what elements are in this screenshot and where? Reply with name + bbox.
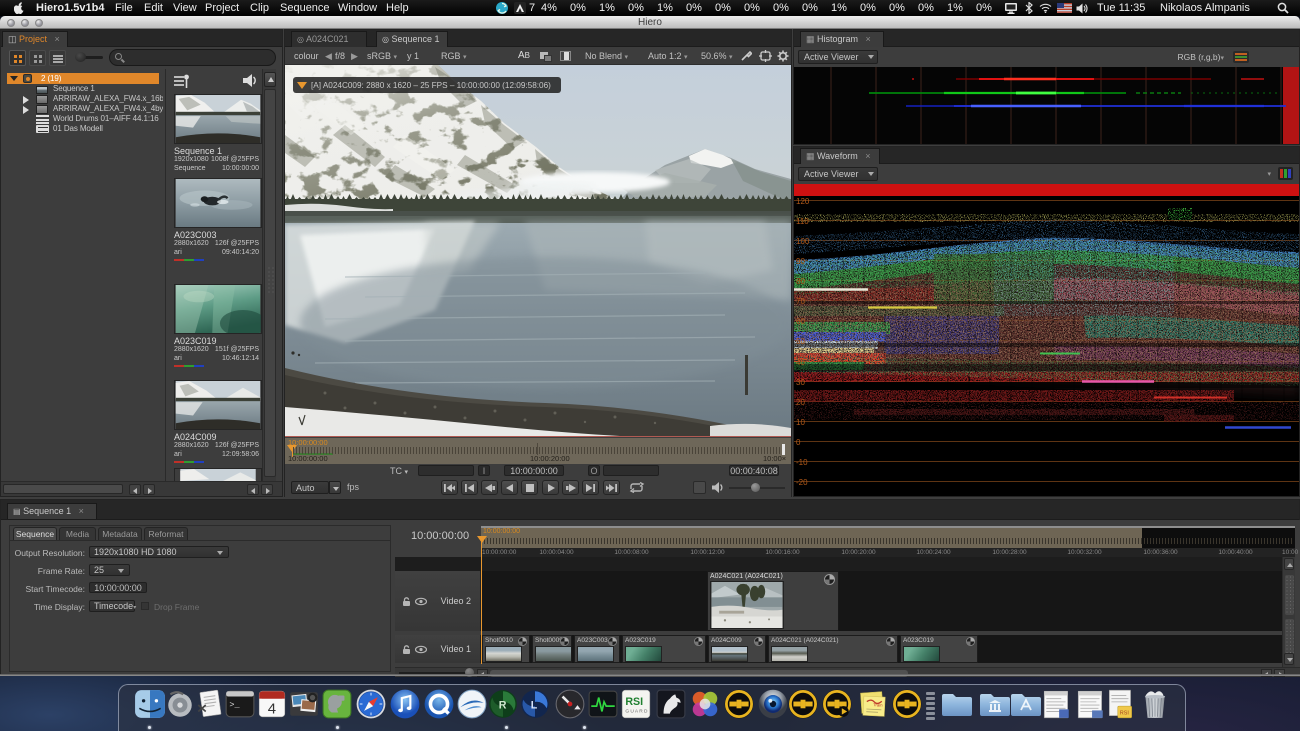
svg-text:80: 80 (796, 277, 805, 286)
svg-text:10: 10 (796, 418, 805, 427)
svg-text:90: 90 (796, 257, 805, 266)
svg-text:4: 4 (268, 701, 276, 718)
svg-text:L: L (531, 699, 538, 711)
svg-text:70: 70 (796, 297, 805, 306)
svg-text:RSI: RSI (625, 696, 643, 708)
svg-text:0: 0 (796, 438, 801, 447)
svg-text:-20: -20 (796, 478, 808, 487)
svg-text:100: 100 (796, 237, 810, 246)
svg-text:120: 120 (796, 197, 810, 206)
svg-text:40: 40 (796, 358, 805, 367)
svg-text:[A] A024C009: 2880 x 1620 – 25: [A] A024C009: 2880 x 1620 – 25 FPS – 10:… (311, 81, 551, 90)
svg-text:50: 50 (796, 337, 805, 346)
svg-text:G U A R D: G U A R D (625, 709, 648, 715)
svg-text:-10: -10 (796, 458, 808, 467)
svg-text:RSI: RSI (1120, 711, 1129, 717)
svg-text:Train: Train (873, 702, 883, 708)
svg-text:30: 30 (796, 378, 805, 387)
svg-text:110: 110 (796, 217, 809, 226)
svg-text:R: R (499, 699, 507, 711)
svg-text:20: 20 (796, 398, 805, 407)
svg-text:>_: >_ (229, 700, 240, 710)
svg-text:60: 60 (796, 317, 805, 326)
